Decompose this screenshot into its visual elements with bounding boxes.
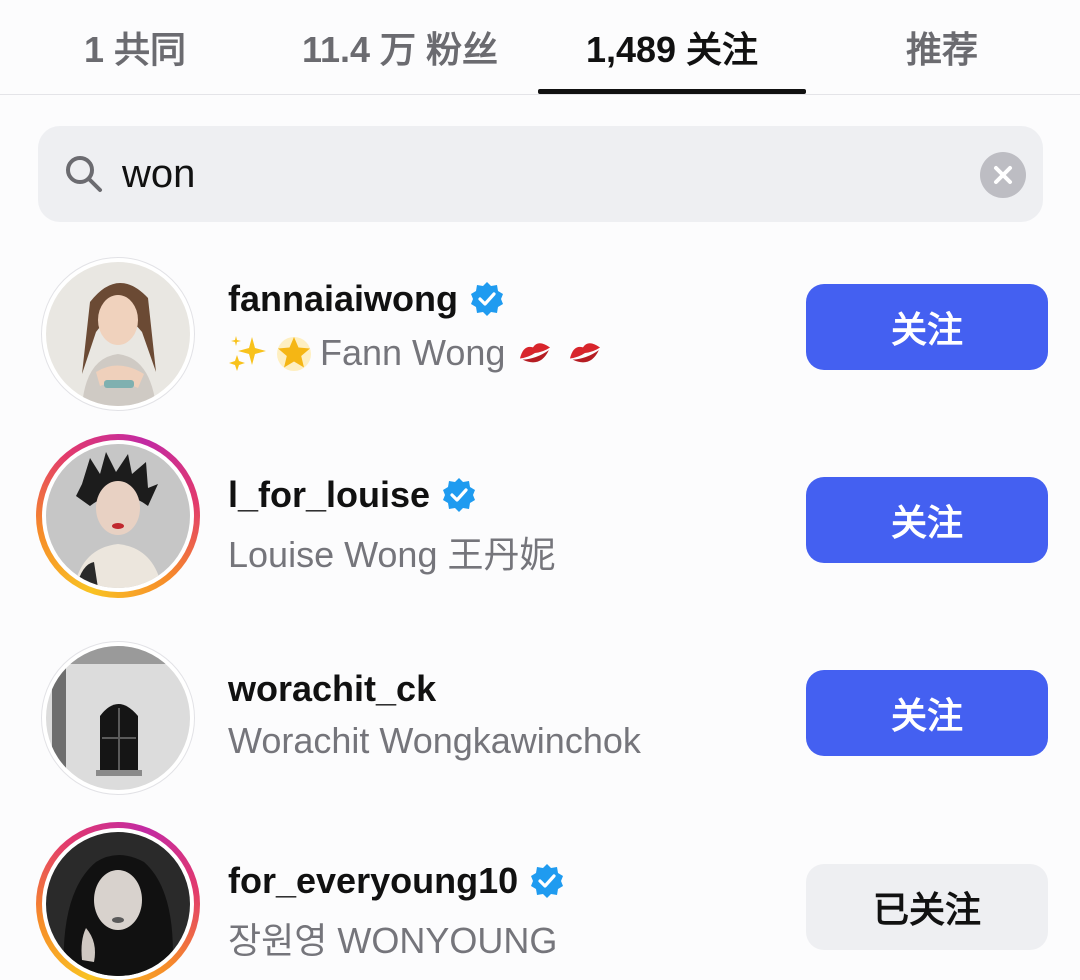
tab-followers[interactable]: 11.4 万 粉丝 [270, 0, 530, 94]
full-name: Worachit Wongkawinchok [228, 720, 641, 761]
username[interactable]: for_everyoung10 [228, 860, 518, 902]
list-item[interactable]: worachit_ck Worachit Wongkawinchok 关注 [0, 626, 1080, 816]
username[interactable]: l_for_louise [228, 474, 430, 516]
avatar[interactable] [36, 636, 200, 800]
follow-button[interactable]: 关注 [806, 477, 1048, 563]
active-tab-indicator [538, 89, 806, 94]
kiss-mark-icon [565, 333, 605, 373]
username[interactable]: worachit_ck [228, 668, 436, 710]
follow-button[interactable]: 关注 [806, 284, 1048, 370]
tab-mutual[interactable]: 1 共同 [40, 0, 230, 94]
tab-label: 推荐 [905, 29, 978, 70]
tab-label: 1 共同 [83, 29, 187, 70]
verified-badge-icon [468, 280, 506, 318]
verified-badge-icon [528, 862, 566, 900]
kiss-mark-icon [515, 333, 555, 373]
full-name: Louise Wong 王丹妮 [228, 534, 556, 575]
following-button[interactable]: 已关注 [806, 864, 1048, 950]
search-input[interactable] [122, 142, 962, 206]
list-item[interactable]: l_for_louise Louise Wong 王丹妮 关注 [0, 432, 1080, 622]
list-item[interactable]: for_everyoung10 장원영 WONYOUNG 已关注 [0, 818, 1080, 980]
tab-suggested[interactable]: 推荐 [860, 0, 1024, 94]
tab-label: 1,489 关注 [585, 29, 759, 70]
clear-search-icon[interactable] [980, 152, 1026, 198]
verified-badge-icon [440, 476, 478, 514]
glowing-star-icon [274, 333, 314, 373]
full-name: 장원영 WONYOUNG [228, 920, 558, 961]
tab-label: 11.4 万 粉丝 [301, 29, 499, 70]
full-name: Fann Wong [320, 332, 506, 373]
avatar[interactable] [36, 252, 200, 416]
follow-button[interactable]: 关注 [806, 670, 1048, 756]
search-icon [62, 152, 106, 196]
tab-bar: 1 共同 11.4 万 粉丝 1,489 关注 推荐 [0, 0, 1080, 95]
avatar-story-ring[interactable] [36, 822, 200, 980]
list-item[interactable]: fannaiaiwong Fann Wong 关注 [0, 244, 1080, 434]
avatar-story-ring[interactable] [36, 434, 200, 598]
username[interactable]: fannaiaiwong [228, 278, 458, 320]
sparkles-icon [228, 333, 268, 373]
tab-following[interactable]: 1,489 关注 [538, 0, 806, 94]
following-list-page: 1 共同 11.4 万 粉丝 1,489 关注 推荐 won fannaiaiw… [0, 0, 1080, 980]
